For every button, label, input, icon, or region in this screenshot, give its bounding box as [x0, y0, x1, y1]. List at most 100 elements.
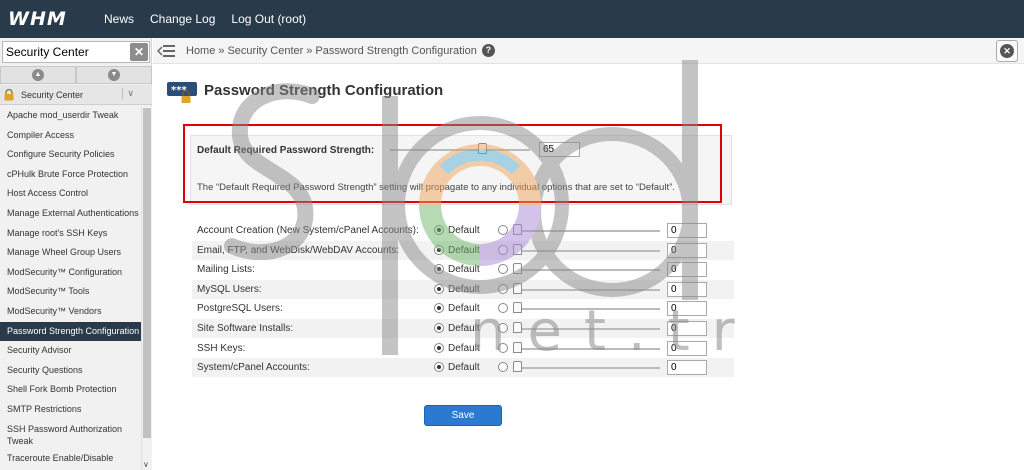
strength-slider-handle[interactable] [513, 244, 522, 255]
page-title: Password Strength Configuration [204, 82, 444, 99]
default-radio[interactable] [434, 362, 444, 372]
strength-row: PostgreSQL Users: Default [192, 299, 734, 318]
strength-value-input[interactable] [667, 341, 707, 356]
custom-radio[interactable] [498, 264, 508, 274]
search-input[interactable] [3, 42, 131, 62]
close-page-button[interactable]: ✕ [996, 40, 1018, 62]
strength-slider[interactable] [518, 269, 660, 271]
custom-radio[interactable] [498, 225, 508, 235]
whm-logo[interactable]: WHM [8, 8, 88, 30]
close-icon[interactable]: ✕ [130, 43, 148, 61]
default-radio[interactable] [434, 343, 444, 353]
strength-slider-handle[interactable] [513, 283, 522, 294]
sidebar-scrollbar[interactable]: ∨ [141, 106, 152, 470]
chevron-down-icon: ▼ [108, 69, 120, 81]
sidebar-item[interactable]: Manage Wheel Group Users [0, 243, 141, 263]
default-radio-label: Default [448, 303, 480, 314]
collapse-up-button[interactable]: ▲ [0, 66, 76, 84]
sidebar-item[interactable]: ModSecurity™ Configuration [0, 263, 141, 283]
collapse-down-button[interactable]: ▼ [76, 66, 152, 84]
default-radio[interactable] [434, 245, 444, 255]
strength-slider[interactable] [518, 289, 660, 291]
default-radio-label: Default [448, 225, 480, 236]
strength-slider[interactable] [518, 328, 660, 330]
strength-value-input[interactable] [667, 282, 707, 297]
nav-logout-link[interactable]: Log Out (root) [231, 12, 306, 26]
custom-radio[interactable] [498, 303, 508, 313]
custom-radio[interactable] [498, 245, 508, 255]
default-radio[interactable] [434, 225, 444, 235]
strength-slider-handle[interactable] [513, 224, 522, 235]
sidebar-item[interactable]: Manage External Authentications [0, 204, 141, 224]
custom-radio[interactable] [498, 323, 508, 333]
strength-row: Email, FTP, and WebDisk/WebDAV Accounts:… [192, 241, 734, 260]
default-radio-label: Default [448, 323, 480, 334]
strength-slider-handle[interactable] [513, 342, 522, 353]
breadcrumb-home[interactable]: Home [186, 45, 215, 57]
strength-value-input[interactable] [667, 321, 707, 336]
sidebar-item[interactable]: Password Strength Configuration [0, 321, 141, 342]
default-radio-label: Default [448, 245, 480, 256]
strength-slider-handle[interactable] [513, 361, 522, 372]
sidebar-item[interactable]: SMTP Restrictions [0, 400, 141, 420]
save-button[interactable]: Save [424, 405, 502, 426]
custom-radio[interactable] [498, 343, 508, 353]
sidebar-item[interactable]: Security Questions [0, 361, 141, 381]
help-icon[interactable]: ? [481, 44, 495, 57]
breadcrumb-security-center[interactable]: Security Center [227, 45, 303, 57]
strength-value-input[interactable] [667, 223, 707, 238]
strength-slider[interactable] [518, 230, 660, 232]
sidebar-item[interactable]: Shell Fork Bomb Protection [0, 380, 141, 400]
default-radio[interactable] [434, 284, 444, 294]
strength-slider[interactable] [518, 308, 660, 310]
category-header-security-center[interactable]: Security Center ∨ [0, 85, 152, 105]
breadcrumb-separator: » [218, 44, 225, 57]
strength-slider[interactable] [518, 348, 660, 350]
default-radio-label: Default [448, 362, 480, 373]
strength-value-input[interactable] [667, 360, 707, 375]
custom-radio[interactable] [498, 284, 508, 294]
sidebar-item[interactable]: Security Advisor [0, 341, 141, 361]
sidebar-item[interactable]: Host Access Control [0, 184, 141, 204]
strength-slider[interactable] [518, 250, 660, 252]
sidebar-item[interactable]: Compiler Access [0, 126, 141, 146]
strength-value-input[interactable] [667, 262, 707, 277]
nav-change-log-link[interactable]: Change Log [150, 12, 215, 26]
strength-row-label: Email, FTP, and WebDisk/WebDAV Accounts: [197, 245, 400, 256]
strength-row-label: PostgreSQL Users: [197, 303, 283, 314]
chevron-down-icon[interactable]: ∨ [122, 88, 134, 99]
sidebar-item[interactable]: Manage root's SSH Keys [0, 224, 141, 244]
strength-slider-handle[interactable] [513, 263, 522, 274]
default-radio-label: Default [448, 343, 480, 354]
strength-slider[interactable] [518, 367, 660, 369]
password-strength-icon: *** [167, 82, 197, 103]
strength-slider-handle[interactable] [513, 322, 522, 333]
breadcrumb-current: Password Strength Configuration [315, 44, 477, 57]
sidebar-item[interactable]: cPHulk Brute Force Protection [0, 165, 141, 185]
sidebar-toggle-icon[interactable] [157, 44, 175, 57]
custom-radio[interactable] [498, 362, 508, 372]
strength-slider-handle[interactable] [513, 302, 522, 313]
sidebar-item[interactable]: SSH Password Authorization Tweak [0, 420, 141, 449]
default-radio[interactable] [434, 323, 444, 333]
top-navbar: WHM News Change Log Log Out (root) [0, 0, 1024, 38]
sidebar-item[interactable]: Apache mod_userdir Tweak [0, 106, 141, 126]
nav-news-link[interactable]: News [104, 12, 134, 26]
default-radio[interactable] [434, 303, 444, 313]
whm-window: WHM News Change Log Log Out (root) ✕ ▲ ▼… [0, 0, 1024, 470]
sidebar-item[interactable]: Traceroute Enable/Disable [0, 449, 141, 469]
close-icon: ✕ [1000, 44, 1014, 58]
strength-row: Account Creation (New System/cPanel Acco… [192, 221, 734, 240]
scrollbar-thumb[interactable] [143, 108, 151, 438]
sidebar-item[interactable]: ModSecurity™ Vendors [0, 302, 141, 322]
strength-row-label: Account Creation (New System/cPanel Acco… [197, 225, 419, 236]
strength-value-input[interactable] [667, 301, 707, 316]
chevron-up-icon: ▲ [32, 69, 44, 81]
scroll-down-icon[interactable]: ∨ [143, 460, 149, 469]
sidebar-item[interactable]: ModSecurity™ Tools [0, 282, 141, 302]
breadcrumb-bar: Home » Security Center » Password Streng… [153, 38, 1024, 64]
strength-value-input[interactable] [667, 243, 707, 258]
sidebar-item[interactable]: Configure Security Policies [0, 145, 141, 165]
default-radio[interactable] [434, 264, 444, 274]
sidebar-search: ✕ [2, 41, 150, 63]
